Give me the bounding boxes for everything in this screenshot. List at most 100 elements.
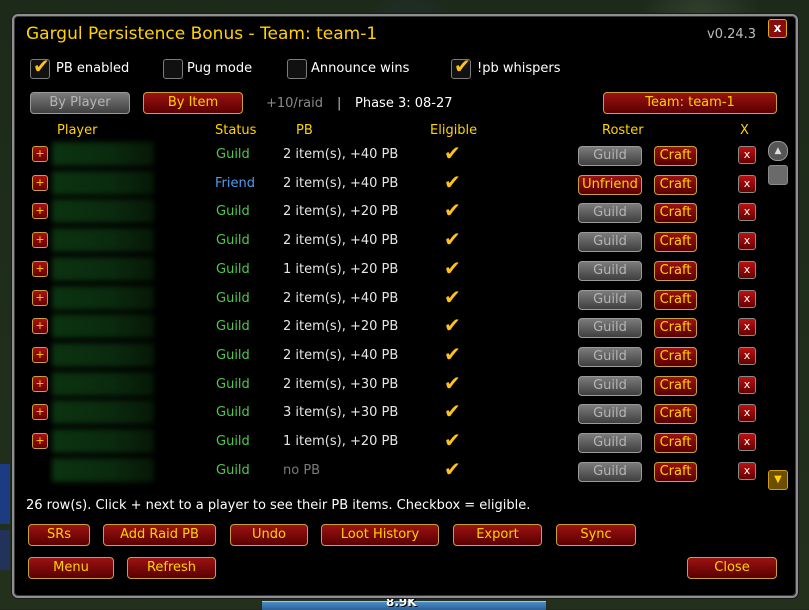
team-button[interactable]: Team: team-1	[603, 92, 777, 114]
undo-button[interactable]: Undo	[230, 524, 308, 546]
remove-row-button[interactable]: x	[738, 289, 756, 308]
expand-items-button[interactable]: +	[32, 289, 48, 306]
scroll-down-icon[interactable]: ▼	[768, 470, 788, 490]
expand-items-button[interactable]: +	[32, 404, 48, 421]
roster-role-button[interactable]: Craft	[654, 174, 697, 195]
eligible-checkbox[interactable]: ✔	[444, 429, 462, 451]
player-name-redacted	[52, 314, 154, 339]
expand-items-button[interactable]: +	[32, 232, 48, 249]
roster-status-button[interactable]: Guild	[578, 461, 642, 482]
roster-status-button[interactable]: Guild	[578, 232, 642, 253]
scrollbar-thumb[interactable]	[768, 165, 788, 185]
roster-status-button[interactable]: Guild	[578, 433, 642, 453]
option-announce-wins[interactable]: Announce wins	[287, 59, 447, 81]
column-header-x: X	[740, 123, 749, 138]
expand-items-button[interactable]: +	[32, 318, 48, 335]
roster-role-button[interactable]: Craft	[654, 289, 697, 310]
add-raid-pb-button[interactable]: Add Raid PB	[103, 524, 216, 546]
roster-status-button[interactable]: Unfriend	[578, 174, 642, 195]
roster-role-button[interactable]: Craft	[654, 260, 697, 281]
roster-status-button[interactable]: Guild	[578, 404, 642, 425]
remove-row-button[interactable]: x	[738, 433, 756, 451]
refresh-button[interactable]: Refresh	[127, 557, 216, 579]
roster-status-button[interactable]: Guild	[578, 146, 642, 166]
check-icon: ✔	[444, 141, 461, 165]
roster-status-button[interactable]: Guild	[578, 203, 642, 224]
by-player-button[interactable]: By Player	[30, 92, 130, 114]
footer-note: 26 row(s). Click + next to a player to s…	[26, 498, 531, 513]
loot-history-button[interactable]: Loot History	[321, 524, 439, 546]
check-icon: ✔	[444, 169, 461, 194]
srs-button[interactable]: SRs	[28, 524, 90, 546]
check-icon: ✔	[444, 341, 461, 366]
eligible-checkbox[interactable]: ✔	[444, 228, 462, 250]
remove-row-button[interactable]: x	[738, 260, 756, 279]
remove-row-button[interactable]: x	[738, 232, 756, 251]
row-status: Guild	[216, 147, 250, 162]
eligible-checkbox[interactable]: ✔	[444, 458, 462, 480]
sync-button[interactable]: Sync	[556, 524, 636, 546]
roster-role-button[interactable]: Craft	[654, 375, 697, 396]
eligible-checkbox[interactable]: ✔	[444, 372, 462, 394]
roster-role-button[interactable]: Craft	[654, 346, 697, 367]
roster-role-button[interactable]: Craft	[654, 203, 697, 224]
pb-whispers-checkbox[interactable]: ✔	[451, 55, 471, 79]
remove-row-button[interactable]: x	[738, 375, 756, 394]
announce-wins-checkbox[interactable]	[287, 59, 307, 79]
eligible-checkbox[interactable]: ✔	[444, 169, 462, 194]
expand-items-button[interactable]: +	[32, 203, 48, 220]
eligible-checkbox[interactable]: ✔	[444, 257, 462, 279]
scroll-up-icon[interactable]: ▲	[768, 141, 788, 161]
remove-row-button[interactable]: x	[738, 203, 756, 222]
row-status: Guild	[216, 290, 250, 306]
expand-items-button[interactable]: +	[32, 433, 48, 449]
remove-row-button[interactable]: x	[738, 318, 756, 337]
expand-items-button[interactable]: +	[32, 146, 48, 162]
roster-role-button[interactable]: Craft	[654, 232, 697, 253]
roster-status-button[interactable]: Guild	[578, 375, 642, 396]
menu-button[interactable]: Menu	[28, 557, 114, 579]
player-name-redacted	[52, 170, 154, 195]
raid-bonus-label: +10/raid	[266, 96, 323, 111]
eligible-checkbox[interactable]: ✔	[444, 341, 462, 366]
row-pb: 2 item(s), +40 PB	[283, 147, 399, 162]
roster-status-button[interactable]: Guild	[578, 346, 642, 367]
remove-row-button[interactable]: x	[738, 461, 756, 480]
expand-items-button[interactable]: +	[32, 260, 48, 277]
pb-enabled-checkbox[interactable]: ✔	[30, 55, 50, 79]
pug-mode-checkbox[interactable]	[163, 59, 183, 79]
option-pb-whispers[interactable]: ✔ !pb whispers	[451, 55, 571, 81]
remove-row-button[interactable]: x	[738, 174, 756, 193]
option-pug-mode[interactable]: Pug mode	[163, 59, 263, 81]
option-pb-enabled[interactable]: ✔ PB enabled	[30, 55, 140, 81]
roster-role-button[interactable]: Craft	[654, 318, 697, 339]
roster-role-button[interactable]: Craft	[654, 461, 697, 482]
expand-items-button[interactable]: +	[32, 346, 48, 363]
remove-row-button[interactable]: x	[738, 146, 756, 164]
expand-items-button[interactable]: +	[32, 174, 48, 191]
by-item-button[interactable]: By Item	[143, 92, 243, 114]
roster-role-button[interactable]: Craft	[654, 433, 697, 453]
roster-status-button[interactable]: Guild	[578, 318, 642, 339]
roster-role-button[interactable]: Craft	[654, 146, 697, 166]
remove-row-button[interactable]: x	[738, 346, 756, 365]
eligible-checkbox[interactable]: ✔	[444, 314, 462, 336]
roster-status-button[interactable]: Guild	[578, 289, 642, 310]
player-name-redacted	[52, 228, 154, 253]
expand-items-button[interactable]: +	[32, 375, 48, 392]
eligible-checkbox[interactable]: ✔	[444, 199, 462, 221]
eligible-checkbox[interactable]: ✔	[444, 141, 462, 165]
background-edge	[0, 464, 10, 524]
close-button[interactable]: Close	[687, 557, 777, 579]
row-status: Guild	[216, 319, 250, 335]
row-pb: 2 item(s), +40 PB	[283, 347, 399, 363]
roster-status-button[interactable]: Guild	[578, 260, 642, 281]
eligible-checkbox[interactable]: ✔	[444, 400, 462, 422]
export-button[interactable]: Export	[453, 524, 542, 546]
eligible-checkbox[interactable]: ✔	[444, 286, 462, 308]
row-pb: 2 item(s), +40 PB	[283, 233, 399, 249]
roster-role-button[interactable]: Craft	[654, 404, 697, 425]
close-icon[interactable]: x	[768, 19, 787, 38]
remove-row-button[interactable]: x	[738, 404, 756, 423]
row-pb: no PB	[283, 462, 321, 478]
